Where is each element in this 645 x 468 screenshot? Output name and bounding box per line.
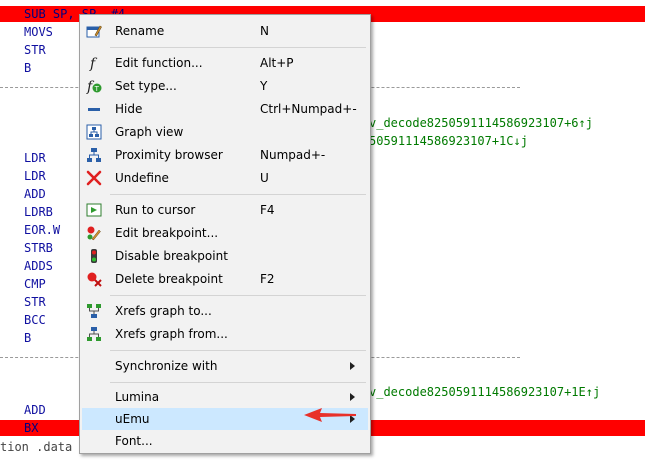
status-text: tion .data [0,440,73,454]
graph-view-icon [86,124,102,140]
menu-separator [110,350,366,351]
menu-item-shortcut: F4 [260,203,275,217]
menu-item-set-type[interactable]: fT Set type... Y [82,75,368,97]
menu-item-label: Xrefs graph from... [115,327,228,341]
menu-item-font[interactable]: Font... [82,430,368,452]
menu-item-xrefs-graph-to[interactable]: Xrefs graph to... [82,300,368,322]
mnemonic[interactable]: B [24,330,31,346]
menu-item-label: Proximity browser [115,148,223,162]
mnemonic[interactable]: B [24,60,31,76]
mnemonic[interactable]: CMP [24,276,46,292]
menu-item-shortcut: Ctrl+Numpad+- [260,102,357,116]
menu-item-shortcut: U [260,171,269,185]
context-menu: Rename N f Edit function... Alt+P fT Set… [79,14,371,454]
menu-item-edit-function[interactable]: f Edit function... Alt+P [82,52,368,74]
undefine-icon [86,170,102,186]
proximity-icon [86,147,102,163]
function-icon: f [86,55,102,72]
svg-text:f: f [89,56,98,71]
menu-item-label: Delete breakpoint [115,272,223,286]
menu-item-label: Lumina [115,390,160,404]
menu-item-synchronize-with[interactable]: Synchronize with [82,355,368,377]
mnemonic[interactable]: STR [24,294,46,310]
menu-separator [110,47,366,48]
mnemonic[interactable]: BCC [24,312,46,328]
mnemonic[interactable]: BX [24,420,38,436]
menu-item-shortcut: F2 [260,272,275,286]
xref-comment[interactable]: 50591114586923107+1C↓j [369,133,528,149]
menu-item-label: Run to cursor [115,203,196,217]
hide-icon [86,101,102,117]
menu-separator [110,382,366,383]
menu-item-label: Rename [115,24,165,38]
mnemonic[interactable]: ADD [24,402,46,418]
annotation-arrow-icon [304,408,356,422]
mnemonic[interactable]: ADD [24,186,46,202]
mnemonic[interactable]: LDR [24,150,46,166]
menu-item-label: Edit function... [115,56,203,70]
mnemonic[interactable]: MOVS [24,24,53,40]
edit-breakpoint-icon [86,225,102,241]
mnemonic[interactable]: STRB [24,240,53,256]
menu-item-run-to-cursor[interactable]: Run to cursor F4 [82,199,368,221]
rename-icon [86,23,102,39]
menu-item-shortcut: Y [260,79,268,93]
menu-item-delete-breakpoint[interactable]: Delete breakpoint F2 [82,268,368,290]
menu-separator [110,194,366,195]
mnemonic[interactable]: STR [24,42,46,58]
mnemonic[interactable]: EOR.W [24,222,60,238]
mnemonic[interactable]: LDRB [24,204,53,220]
xref-comment[interactable]: v_decode8250591114586923107+1E↑j [369,384,600,400]
menu-item-label: Font... [115,434,153,448]
run-to-cursor-icon [86,202,102,218]
xref-comment[interactable]: v_decode8250591114586923107+6↑j [369,115,593,131]
svg-text:T: T [94,85,100,93]
delete-breakpoint-icon [86,271,102,287]
menu-item-label: Edit breakpoint... [115,226,219,240]
menu-item-xrefs-graph-from[interactable]: Xrefs graph from... [82,323,368,345]
set-type-icon: fT [86,78,102,95]
menu-item-label: Graph view [115,125,184,139]
submenu-arrow-icon [350,393,355,401]
menu-item-hide[interactable]: Hide Ctrl+Numpad+- [82,98,368,120]
menu-item-shortcut: N [260,24,269,38]
disable-breakpoint-icon [86,248,102,264]
menu-item-disable-breakpoint[interactable]: Disable breakpoint [82,245,368,267]
menu-separator [110,295,366,296]
menu-item-label: Disable breakpoint [115,249,228,263]
menu-item-rename[interactable]: Rename N [82,20,368,42]
menu-item-shortcut: Alt+P [260,56,294,70]
mnemonic[interactable]: LDR [24,168,46,184]
menu-item-label: Set type... [115,79,177,93]
menu-item-proximity-browser[interactable]: Proximity browser Numpad+- [82,144,368,166]
xrefs-from-icon [86,326,102,342]
menu-item-edit-breakpoint[interactable]: Edit breakpoint... [82,222,368,244]
menu-item-label: Xrefs graph to... [115,304,212,318]
menu-item-undefine[interactable]: Undefine U [82,167,368,189]
menu-item-label: Undefine [115,171,169,185]
menu-item-label: uEmu [115,412,150,426]
xrefs-to-icon [86,303,102,319]
submenu-arrow-icon [350,362,355,370]
menu-item-graph-view[interactable]: Graph view [82,121,368,143]
menu-item-label: Synchronize with [115,359,218,373]
mnemonic[interactable]: ADDS [24,258,53,274]
menu-item-shortcut: Numpad+- [260,148,326,162]
menu-item-label: Hide [115,102,143,116]
